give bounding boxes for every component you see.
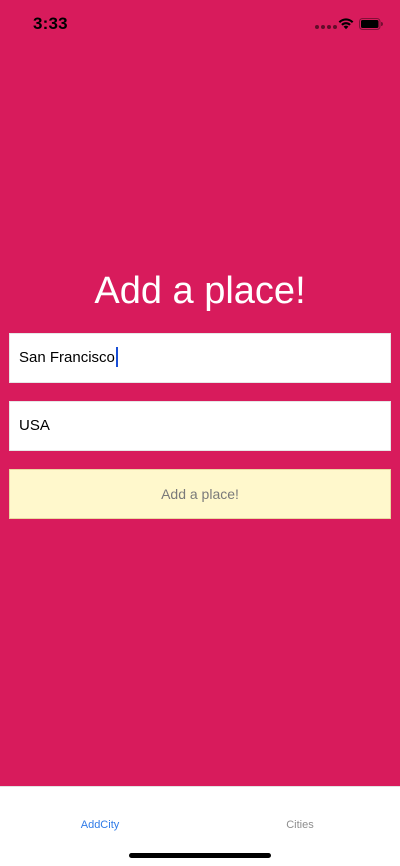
tab-addcity-label: AddCity (80, 819, 120, 831)
country-input-value: USA (19, 417, 50, 434)
wifi-icon (338, 18, 354, 30)
tab-cities-label: Cities (286, 819, 314, 831)
battery-icon (359, 18, 383, 30)
cellular-signal-icon (315, 25, 337, 29)
page-title: Add a place! (94, 270, 306, 312)
status-time: 3:33 (33, 14, 68, 33)
home-indicator[interactable] (129, 853, 271, 858)
text-cursor (115, 347, 118, 368)
country-input[interactable]: USA (9, 401, 391, 451)
add-place-button[interactable]: Add a place! (9, 469, 391, 519)
city-input-value: San Francisco (19, 349, 115, 366)
city-input[interactable]: San Francisco (9, 333, 391, 383)
status-bar: 3:33 (0, 0, 400, 48)
add-city-screen: 3:33 Add a place! San Francisco USA Add … (0, 0, 400, 786)
